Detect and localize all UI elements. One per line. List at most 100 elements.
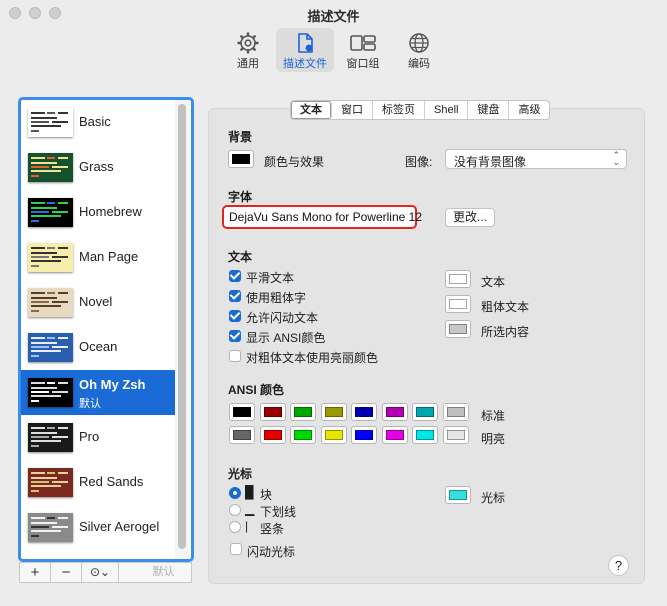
text-option-checkbox[interactable] (229, 290, 241, 302)
background-color-well[interactable] (228, 150, 254, 168)
ansi-normal-color-well[interactable] (381, 403, 408, 421)
ansi-color-swatch (233, 407, 251, 417)
text-option-checkbox[interactable] (229, 270, 241, 282)
ansi-normal-color-well[interactable] (412, 403, 438, 421)
profile-item[interactable]: Basic (21, 100, 176, 145)
profile-list-footer: + − ⊙⌄ 默认 (19, 562, 192, 583)
profile-item[interactable]: Ocean (21, 325, 176, 370)
profile-list[interactable]: Basic Grass Homebrew Man Page Novel Ocean Oh M… (18, 97, 194, 562)
cursor-style-glyph: ▁ (245, 502, 255, 516)
ansi-color-swatch (446, 407, 465, 417)
ansi-color-swatch (263, 430, 282, 440)
globe-icon (409, 33, 429, 53)
ansi-normal-color-well[interactable] (229, 403, 255, 421)
profile-thumbnail (28, 198, 73, 227)
tab-text[interactable]: 文本 (291, 101, 332, 119)
bold-text-color-label: 粗体文本 (481, 300, 530, 314)
profile-item[interactable]: Oh My Zsh 默认 (21, 370, 176, 415)
cursor-style-radio[interactable] (229, 521, 241, 533)
tab-keyboard[interactable]: 键盘 (468, 101, 510, 119)
toolbar-profiles-label: 描述文件 (283, 58, 327, 70)
cursor-color-well[interactable] (445, 486, 471, 504)
remove-profile-button[interactable]: − (51, 563, 82, 582)
tab-advanced[interactable]: 高级 (509, 101, 549, 119)
text-option-checkbox[interactable] (229, 310, 241, 322)
font-section-title: 字体 (228, 190, 253, 204)
profile-name: Grass (79, 159, 114, 174)
profile-item[interactable]: Red Sands (21, 460, 176, 505)
profile-tab-bar: 文本 窗口 标签页 Shell 键盘 高级 (290, 100, 551, 120)
background-color-swatch (232, 154, 250, 164)
ansi-color-swatch (385, 430, 404, 440)
toolbar-encoding-button[interactable]: 编码 (390, 28, 448, 72)
toolbar-window-groups-label: 窗口组 (346, 58, 380, 70)
background-image-value: 没有背景图像 (454, 155, 527, 169)
profile-item[interactable]: Homebrew (21, 190, 176, 235)
profile-name: Ocean (79, 339, 118, 354)
profile-thumbnail (28, 243, 73, 272)
background-image-popup[interactable]: 没有背景图像 ⌃ ⌄ (445, 149, 627, 169)
ansi-bright-color-well[interactable] (290, 426, 316, 444)
ansi-normal-color-well[interactable] (320, 403, 347, 421)
profile-name: Man Page (79, 249, 139, 264)
text-option-checkbox[interactable] (229, 350, 241, 362)
profile-list-scrollbar[interactable] (178, 104, 186, 549)
tab-window[interactable]: 窗口 (332, 101, 373, 119)
profile-item[interactable]: Silver Aerogel (21, 505, 176, 550)
more-actions-menu-button[interactable]: ⊙⌄ (82, 563, 119, 582)
ansi-color-swatch (294, 407, 312, 417)
change-font-button[interactable]: 更改... (445, 208, 495, 227)
text-option-checkbox[interactable] (229, 330, 241, 342)
popup-chevron-icon: ⌃ ⌄ (612, 150, 620, 167)
window-title: 描述文件 (307, 9, 360, 24)
ansi-normal-color-well[interactable] (442, 403, 469, 421)
ansi-bright-color-well[interactable] (229, 426, 255, 444)
ansi-bright-color-well[interactable] (351, 426, 377, 444)
ansi-section-title: ANSI 颜色 (228, 383, 285, 397)
ansi-normal-color-well[interactable] (351, 403, 377, 421)
profile-thumbnail (28, 468, 73, 497)
text-option-label: 显示 ANSI颜色 (246, 331, 326, 345)
profile-name: Oh My Zsh (79, 377, 146, 392)
font-value: DejaVu Sans Mono for Powerline 12 (229, 210, 422, 224)
profile-name: Silver Aerogel (79, 519, 160, 534)
ansi-bright-color-well[interactable] (442, 426, 469, 444)
ansi-color-swatch (416, 430, 434, 440)
ansi-color-swatch (233, 430, 251, 440)
profile-thumbnail (28, 153, 73, 182)
profile-item[interactable]: Pro (21, 415, 176, 460)
ansi-bright-color-well[interactable] (259, 426, 286, 444)
ansi-normal-color-well[interactable] (259, 403, 286, 421)
cursor-style-radio[interactable] (229, 504, 241, 516)
cursor-color-swatch (449, 490, 467, 500)
toolbar-general-label: 通用 (237, 58, 259, 70)
profile-thumbnail (28, 378, 73, 407)
blink-cursor-checkbox[interactable] (230, 543, 242, 555)
ansi-bright-color-well[interactable] (381, 426, 408, 444)
ansi-color-swatch (355, 407, 373, 417)
add-profile-button[interactable]: + (20, 563, 51, 582)
tab-shell[interactable]: Shell (425, 101, 469, 119)
text-option-label: 允许闪动文本 (246, 311, 319, 325)
bold-text-color-well[interactable] (445, 295, 471, 313)
ansi-bright-color-well[interactable] (320, 426, 347, 444)
toolbar-window-groups-button[interactable]: 窗口组 (334, 28, 392, 72)
profile-thumbnail (28, 288, 73, 317)
ansi-color-swatch (446, 430, 465, 440)
ansi-bright-color-well[interactable] (412, 426, 438, 444)
cursor-style-radio[interactable] (229, 487, 241, 499)
selection-color-label: 所选内容 (481, 325, 530, 339)
profile-item[interactable]: Grass (21, 145, 176, 190)
selection-color-well[interactable] (445, 320, 471, 338)
ansi-color-swatch (263, 407, 282, 417)
text-color-well[interactable] (445, 270, 471, 288)
set-default-button[interactable]: 默认 (136, 563, 191, 582)
help-button[interactable]: ? (608, 555, 629, 576)
ansi-color-swatch (324, 430, 343, 440)
ansi-normal-color-well[interactable] (290, 403, 316, 421)
profile-item[interactable]: Novel (21, 280, 176, 325)
toolbar-general-button[interactable]: 通用 (219, 28, 277, 72)
tab-tab[interactable]: 标签页 (373, 101, 425, 119)
profile-item[interactable]: Man Page (21, 235, 176, 280)
toolbar-profiles-button[interactable]: 描述文件 (276, 28, 334, 72)
